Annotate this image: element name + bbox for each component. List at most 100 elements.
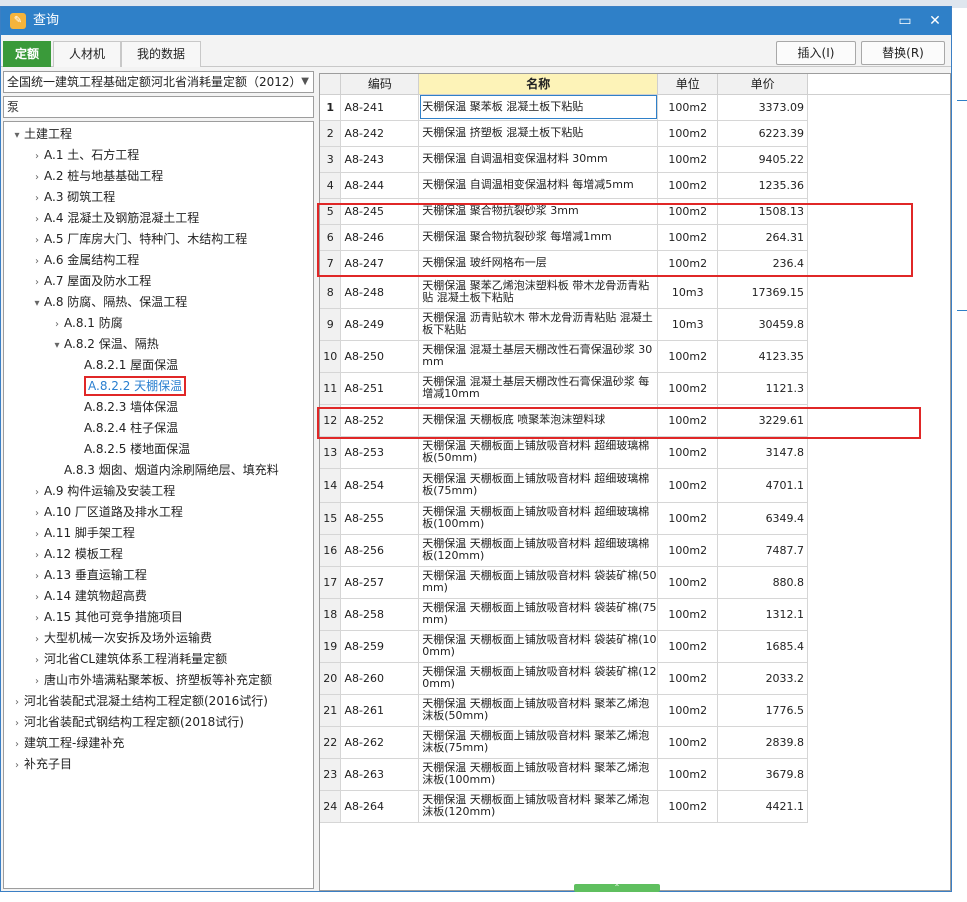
row-number[interactable]: 1: [320, 94, 342, 121]
row-number[interactable]: 14: [320, 468, 342, 503]
tree-node[interactable]: ▾ A.8 防腐、隔热、保温工程: [30, 292, 187, 312]
row-number[interactable]: 9: [320, 308, 342, 341]
chevron-right-icon[interactable]: ›: [30, 672, 44, 692]
quota-unit[interactable]: 100m2: [657, 534, 719, 567]
tree-node[interactable]: › 补充子目: [10, 754, 72, 774]
quota-price[interactable]: 6223.39: [717, 120, 809, 147]
row-number[interactable]: 6: [320, 224, 342, 251]
quota-name[interactable]: 天棚保温 天棚板面上铺放吸音材料 超细玻璃棉板(50mm): [418, 436, 659, 469]
quota-name[interactable]: 天棚保温 混凝土基层天棚改性石膏保温砂浆 30mm: [418, 340, 659, 373]
quota-name[interactable]: 天棚保温 天棚板面上铺放吸音材料 超细玻璃棉板(75mm): [418, 468, 659, 503]
row-number[interactable]: 16: [320, 534, 342, 567]
chevron-right-icon[interactable]: ›: [30, 588, 44, 608]
tree-node[interactable]: › A.5 厂库房大门、特种门、木结构工程: [30, 229, 247, 249]
row-number[interactable]: 4: [320, 172, 342, 199]
chevron-down-icon[interactable]: ▾: [30, 294, 44, 314]
quota-price[interactable]: 264.31: [717, 224, 809, 251]
quota-unit[interactable]: 100m2: [657, 94, 719, 121]
quota-name[interactable]: 天棚保温 自调温相变保温材料 30mm: [418, 146, 659, 173]
tree-node[interactable]: › A.1 土、石方工程: [30, 145, 139, 165]
row-number[interactable]: 11: [320, 372, 342, 405]
quota-code[interactable]: A8-260: [340, 662, 420, 695]
chevron-down-icon[interactable]: ▼: [301, 72, 309, 92]
row-number[interactable]: 8: [320, 276, 342, 309]
chevron-right-icon[interactable]: ›: [30, 546, 44, 566]
quota-code[interactable]: A8-262: [340, 726, 420, 759]
quota-price[interactable]: 3373.09: [717, 94, 809, 121]
chevron-right-icon[interactable]: ›: [30, 525, 44, 545]
quota-unit[interactable]: 100m2: [657, 250, 719, 277]
row-number[interactable]: 17: [320, 566, 342, 599]
tab-quota[interactable]: 定额: [3, 41, 51, 67]
table-row[interactable]: 12 A8-252 天棚保温 天棚板底 喷聚苯泡沫塑料球 100m2 3229.61: [320, 404, 950, 437]
quota-name[interactable]: 天棚保温 天棚板面上铺放吸音材料 袋装矿棉(75mm): [418, 598, 659, 631]
quota-unit[interactable]: 100m2: [657, 198, 719, 225]
table-row[interactable]: 14 A8-254 天棚保温 天棚板面上铺放吸音材料 超细玻璃棉板(75mm) 100…: [320, 468, 950, 503]
quota-name[interactable]: 天棚保温 聚合物抗裂砂浆 3mm: [418, 198, 659, 225]
tab-labor-material-machine[interactable]: 人材机: [53, 41, 121, 67]
tree-node[interactable]: › A.11 脚手架工程: [30, 523, 135, 543]
quota-unit[interactable]: 100m2: [657, 146, 719, 173]
row-number[interactable]: 20: [320, 662, 342, 695]
row-number[interactable]: 19: [320, 630, 342, 663]
table-row[interactable]: 20 A8-260 天棚保温 天棚板面上铺放吸音材料 袋装矿棉(120mm) 100m…: [320, 662, 950, 695]
quota-code[interactable]: A8-263: [340, 758, 420, 791]
chevron-right-icon[interactable]: ›: [30, 252, 44, 272]
header-unit[interactable]: 单位: [657, 74, 719, 95]
row-number[interactable]: 24: [320, 790, 342, 823]
quota-price[interactable]: 6349.4: [717, 502, 809, 535]
quota-price[interactable]: 1776.5: [717, 694, 809, 727]
quota-unit[interactable]: 100m2: [657, 172, 719, 199]
quota-price[interactable]: 3679.8: [717, 758, 809, 791]
tree-node[interactable]: › A.9 构件运输及安装工程: [30, 481, 175, 501]
quota-price[interactable]: 1508.13: [717, 198, 809, 225]
quota-unit[interactable]: 100m2: [657, 662, 719, 695]
chevron-right-icon[interactable]: ›: [50, 315, 64, 335]
table-row[interactable]: 19 A8-259 天棚保温 天棚板面上铺放吸音材料 袋装矿棉(100mm) 100m…: [320, 630, 950, 663]
row-number[interactable]: 23: [320, 758, 342, 791]
quota-name[interactable]: 天棚保温 天棚板面上铺放吸音材料 聚苯乙烯泡沫板(50mm): [418, 694, 659, 727]
chevron-right-icon[interactable]: ›: [10, 756, 24, 776]
tree-node[interactable]: › 河北省装配式混凝土结构工程定额(2016试行): [10, 691, 268, 711]
quota-unit[interactable]: 100m2: [657, 502, 719, 535]
quota-unit[interactable]: 10m3: [657, 308, 719, 341]
quota-name[interactable]: 天棚保温 聚苯乙烯泡沫塑料板 带木龙骨沥青粘贴 混凝土板下粘贴: [418, 276, 659, 309]
quota-code[interactable]: A8-253: [340, 436, 420, 469]
quota-price[interactable]: 3147.8: [717, 436, 809, 469]
chevron-right-icon[interactable]: ›: [30, 483, 44, 503]
chevron-down-icon[interactable]: ▾: [10, 126, 24, 146]
close-icon[interactable]: ✕: [925, 11, 945, 31]
quota-price[interactable]: 880.8: [717, 566, 809, 599]
tree-node[interactable]: › A.10 厂区道路及排水工程: [30, 502, 183, 522]
search-input[interactable]: 泵: [3, 96, 314, 118]
tree-node[interactable]: › 河北省CL建筑体系工程消耗量定额: [30, 649, 227, 669]
row-number[interactable]: 10: [320, 340, 342, 373]
minimize-icon[interactable]: ▭: [895, 11, 915, 31]
quota-name[interactable]: 天棚保温 天棚板面上铺放吸音材料 超细玻璃棉板(100mm): [418, 502, 659, 535]
chevron-down-icon[interactable]: ▾: [50, 336, 64, 356]
quota-code[interactable]: A8-243: [340, 146, 420, 173]
quota-name[interactable]: 天棚保温 玻纤网格布一层: [418, 250, 659, 277]
tree-node[interactable]: › A.14 建筑物超高费: [30, 586, 147, 606]
quota-unit[interactable]: 100m2: [657, 224, 719, 251]
chevron-right-icon[interactable]: ›: [30, 168, 44, 188]
quota-unit[interactable]: 100m2: [657, 372, 719, 405]
tree-node[interactable]: › A.15 其他可竞争措施项目: [30, 607, 183, 627]
table-row[interactable]: 13 A8-253 天棚保温 天棚板面上铺放吸音材料 超细玻璃棉板(50mm) 100…: [320, 436, 950, 469]
tree-node[interactable]: › A.7 屋面及防水工程: [30, 271, 151, 291]
quota-unit[interactable]: 100m2: [657, 566, 719, 599]
row-number[interactable]: 18: [320, 598, 342, 631]
chevron-right-icon[interactable]: ›: [30, 273, 44, 293]
row-number[interactable]: 7: [320, 250, 342, 277]
row-number[interactable]: 5: [320, 198, 342, 225]
quota-unit[interactable]: 100m2: [657, 436, 719, 469]
quota-unit[interactable]: 10m3: [657, 276, 719, 309]
tree-node[interactable]: › 建筑工程-绿建补充: [10, 733, 124, 753]
table-row[interactable]: 17 A8-257 天棚保温 天棚板面上铺放吸音材料 袋装矿棉(50mm) 100m2…: [320, 566, 950, 599]
quota-price[interactable]: 4421.1: [717, 790, 809, 823]
tree-node[interactable]: A.8.2.1 屋面保温: [70, 355, 178, 375]
header-price[interactable]: 单价: [717, 74, 809, 95]
chevron-right-icon[interactable]: ›: [30, 630, 44, 650]
quota-price[interactable]: 2033.2: [717, 662, 809, 695]
quota-code[interactable]: A8-254: [340, 468, 420, 503]
